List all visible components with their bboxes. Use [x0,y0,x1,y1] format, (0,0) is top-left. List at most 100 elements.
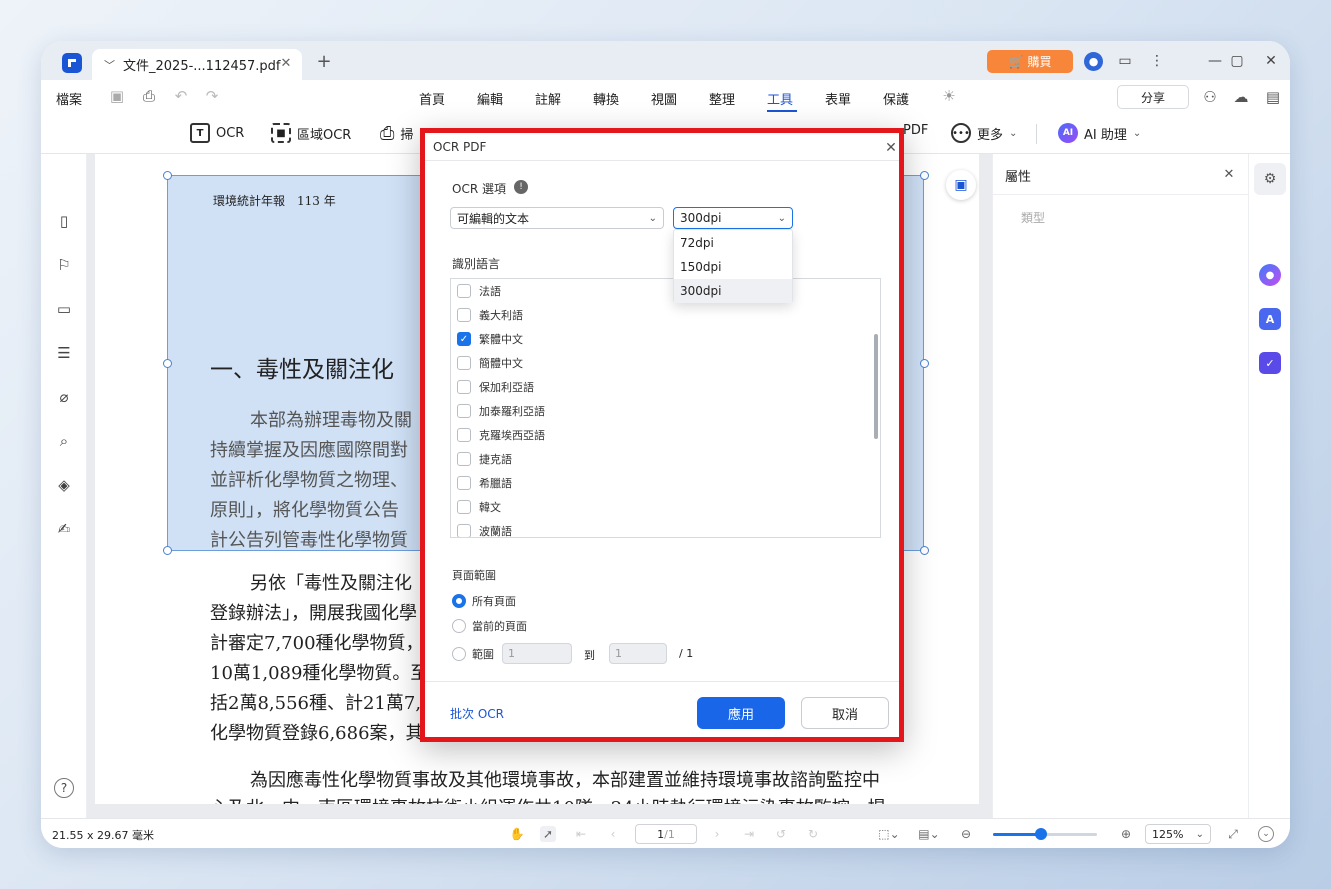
menu-organize[interactable]: 整理 [709,89,735,108]
range-custom-option[interactable]: 範圍 [452,646,494,662]
translate-icon[interactable]: A [1259,308,1281,330]
buy-button[interactable]: 🛒 購買 [987,50,1073,73]
lightbulb-icon[interactable]: ☀ [941,87,957,105]
fit-page-icon[interactable]: ⬚⌄ [877,826,901,842]
hand-tool-icon[interactable]: ✋ [509,826,525,842]
pdf-tool-button[interactable]: PDF [903,123,928,138]
batch-ocr-link[interactable]: 批次 OCR [450,705,504,722]
feedback-icon[interactable]: ▭ [1116,52,1134,70]
language-checkbox[interactable] [457,452,471,466]
select-tool-icon[interactable]: ➚ [540,826,556,842]
language-option[interactable]: 加泰羅利亞語 [457,401,545,421]
area-ocr-tool-button[interactable]: ■ 區域OCR [271,123,351,143]
chevron-down-icon[interactable]: ﹀ [104,57,115,73]
apply-button[interactable]: 應用 [697,697,785,729]
menu-home[interactable]: 首頁 [419,89,445,108]
info-icon[interactable]: ! [514,180,528,194]
menu-convert[interactable]: 轉換 [593,89,619,108]
fields-icon[interactable]: ☰ [54,343,74,363]
language-option[interactable]: 義大利語 [457,305,523,325]
language-checkbox[interactable] [457,524,471,537]
signature-icon[interactable]: ✍ [54,519,74,539]
selection-handle[interactable] [163,359,172,368]
share-button[interactable]: 分享 [1117,85,1189,109]
dpi-option-300[interactable]: 300dpi [674,279,792,303]
document-tab[interactable]: ﹀ 文件_2025-...112457.pdf [92,49,302,80]
language-option[interactable]: 韓文 [457,497,501,517]
ocr-float-icon[interactable]: ▣ [946,170,976,200]
zoom-in-icon[interactable]: ⊕ [1118,826,1134,842]
more-tools-button[interactable]: ••• 更多 ⌄ [951,123,1017,143]
language-checkbox[interactable] [457,284,471,298]
maximize-icon[interactable]: ▢ [1228,52,1246,70]
user-avatar-icon[interactable]: ● [1084,52,1103,71]
zoom-out-icon[interactable]: ⊖ [958,826,974,842]
cancel-button[interactable]: 取消 [801,697,889,729]
first-page-icon[interactable]: ⇤ [573,826,589,842]
ai-robot-icon[interactable]: ● [1259,264,1281,286]
language-checkbox[interactable] [457,356,471,370]
prev-page-icon[interactable]: ‹ [605,826,621,842]
language-checkbox[interactable] [457,380,471,394]
menu-comment[interactable]: 註解 [535,89,561,108]
close-window-icon[interactable]: ✕ [1262,52,1280,70]
language-checkbox[interactable] [457,404,471,418]
more-vertical-icon[interactable]: ⋮ [1148,52,1166,70]
language-list-scrollbar[interactable] [874,334,878,439]
comment-icon[interactable]: ▭ [54,299,74,319]
range-from-input[interactable]: 1 [502,643,572,664]
menu-form[interactable]: 表單 [825,89,851,108]
menu-edit[interactable]: 編輯 [477,89,503,108]
selection-handle[interactable] [163,171,172,180]
attachment-icon[interactable]: ⌀ [54,387,74,407]
help-icon[interactable]: ? [54,778,74,798]
dpi-select[interactable]: 300dpi ⌄ [673,207,793,229]
print-icon[interactable]: ⎙ [141,87,157,105]
selection-handle[interactable] [163,546,172,555]
last-page-icon[interactable]: ⇥ [741,826,757,842]
panel-icon[interactable]: ▤ [1265,88,1281,106]
menu-protect[interactable]: 保護 [883,89,909,108]
dpi-option-72[interactable]: 72dpi [674,231,792,255]
save-icon[interactable]: ▣ [109,87,125,105]
rotate-right-icon[interactable]: ↻ [805,826,821,842]
dialog-close-icon[interactable]: ✕ [884,140,898,156]
selection-handle[interactable] [920,359,929,368]
menu-view[interactable]: 視圖 [651,89,677,108]
radio-custom[interactable] [452,647,466,661]
language-option[interactable]: 法語 [457,281,501,301]
page-thumbnail-icon[interactable]: ▯ [54,211,74,231]
undo-icon[interactable]: ↶ [173,87,189,105]
scan-tool-button[interactable]: ⎙ 掃 [380,123,413,144]
language-checkbox[interactable]: ✓ [457,332,471,346]
output-type-select[interactable]: 可編輯的文本 ⌄ [450,207,664,229]
selection-handle[interactable] [920,546,929,555]
language-option[interactable]: 捷克語 [457,449,512,469]
redo-icon[interactable]: ↷ [204,87,220,105]
language-option[interactable]: 克羅埃西亞語 [457,425,545,445]
ocr-tool-button[interactable]: T OCR [190,123,244,143]
language-option[interactable]: 保加利亞語 [457,377,534,397]
language-option[interactable]: ✓ 繁體中文 [457,329,523,349]
expand-status-icon[interactable]: ⌄ [1258,826,1274,842]
page-layout-icon[interactable]: ▤⌄ [917,826,941,842]
minimize-icon[interactable]: — [1206,52,1224,70]
layers-icon[interactable]: ◈ [54,475,74,495]
selection-handle[interactable] [920,171,929,180]
cloud-upload-icon[interactable]: ☁ [1233,88,1249,106]
bookmark-icon[interactable]: ⚐ [54,255,74,275]
close-tab-icon[interactable]: ✕ [279,56,293,71]
next-page-icon[interactable]: › [709,826,725,842]
language-checkbox[interactable] [457,476,471,490]
close-panel-icon[interactable]: ✕ [1222,167,1236,182]
file-menu[interactable]: 檔案 [56,89,82,108]
properties-sliders-icon[interactable]: ⚙ [1254,163,1286,195]
dpi-option-150[interactable]: 150dpi [674,255,792,279]
zoom-select[interactable]: 125% ⌄ [1145,824,1211,844]
language-list[interactable]: 法語 義大利語 ✓ 繁體中文 簡體中文 保加利亞語 加泰羅利亞語 克羅埃西亞語 捷克語 希臘語 韓文… [450,278,881,538]
range-all-option[interactable]: 所有頁面 [452,593,516,609]
radio-current[interactable] [452,619,466,633]
page-number-input[interactable]: 1 /1 [635,824,697,844]
language-option[interactable]: 希臘語 [457,473,512,493]
rotate-left-icon[interactable]: ↺ [773,826,789,842]
